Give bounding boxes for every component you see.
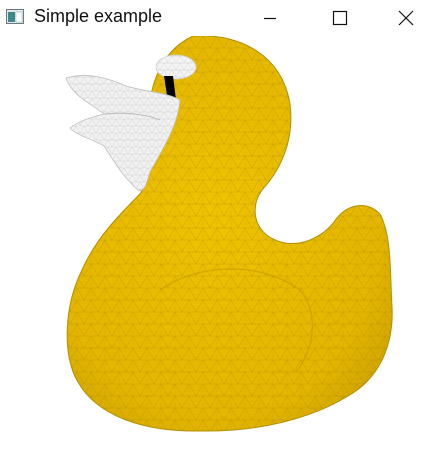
window-title: Simple example <box>34 6 163 26</box>
title-bar[interactable]: Simple example <box>0 0 426 36</box>
minimize-icon <box>263 11 277 25</box>
close-button[interactable] <box>386 0 426 36</box>
maximize-button[interactable] <box>316 0 364 36</box>
minimize-button[interactable] <box>246 0 294 36</box>
close-icon <box>398 10 414 26</box>
app-window-icon <box>6 9 24 24</box>
duck-render <box>65 36 393 432</box>
maximize-icon <box>332 10 348 26</box>
render-viewport[interactable] <box>0 36 426 450</box>
